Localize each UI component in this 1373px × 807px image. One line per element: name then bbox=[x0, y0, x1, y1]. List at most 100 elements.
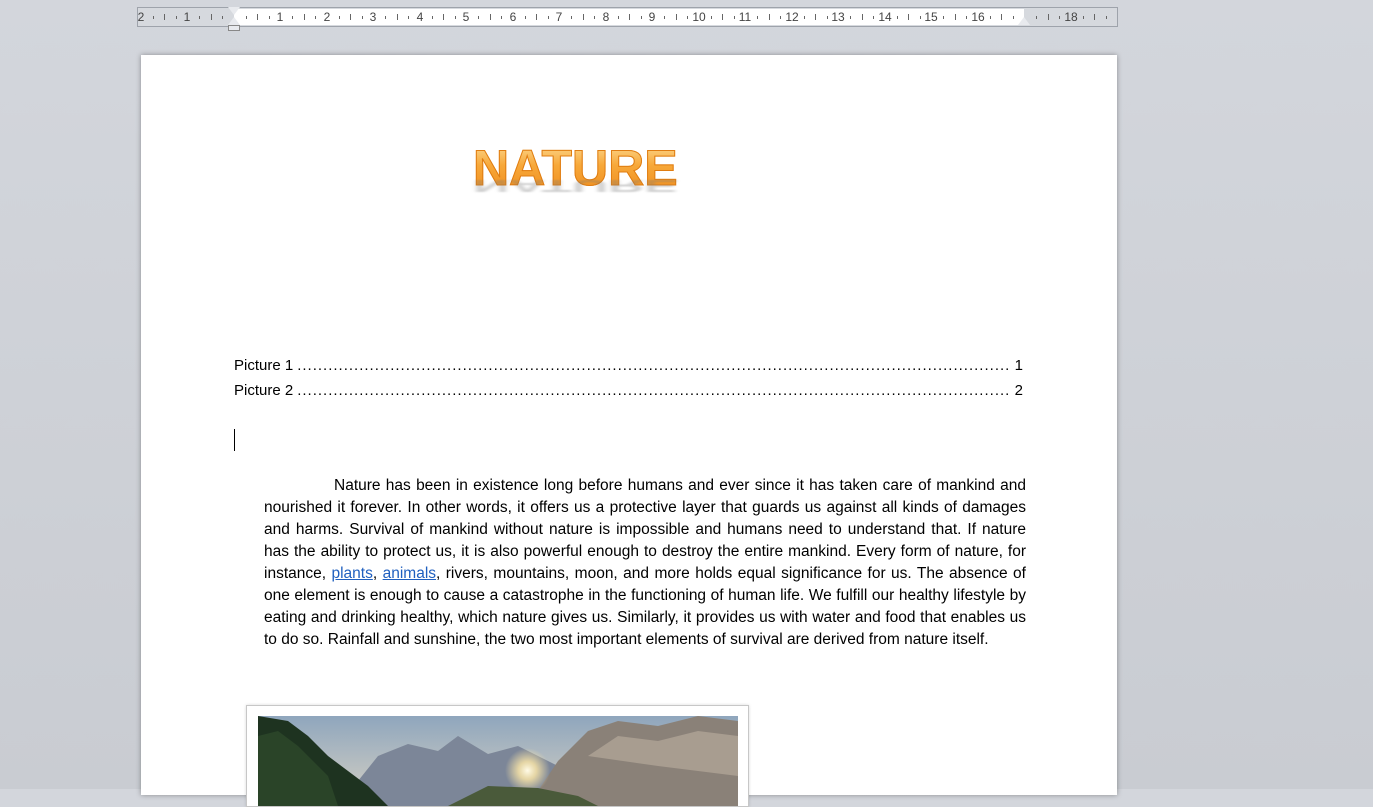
animals-link[interactable]: animals bbox=[383, 565, 436, 582]
body-paragraph[interactable]: Nature has been in existence long before… bbox=[264, 475, 1026, 651]
ruler-tick bbox=[919, 16, 921, 19]
ruler-tick bbox=[1105, 16, 1107, 19]
ruler-tick bbox=[1082, 16, 1084, 19]
ruler-tick bbox=[943, 16, 945, 19]
ruler-label: 9 bbox=[648, 10, 656, 24]
ruler-tick bbox=[675, 14, 677, 20]
ruler-tick bbox=[908, 14, 910, 20]
ruler-tick bbox=[268, 16, 270, 19]
ruler-tick bbox=[757, 16, 759, 19]
document-page[interactable]: NATURE NATURE Picture 1 ................… bbox=[141, 55, 1117, 807]
ruler-tick bbox=[722, 14, 724, 20]
ruler-tick bbox=[826, 16, 828, 19]
left-indent-marker[interactable] bbox=[228, 25, 240, 31]
ruler-tick bbox=[489, 14, 491, 20]
ruler-label: 7 bbox=[555, 10, 563, 24]
ruler-label: 14 bbox=[878, 10, 892, 24]
ruler-tick bbox=[664, 16, 666, 19]
ruler-tick bbox=[361, 16, 363, 19]
ruler-tick bbox=[315, 16, 317, 19]
ruler-tick bbox=[582, 14, 584, 20]
toc-leader-dots: ........................................… bbox=[297, 382, 1011, 399]
ruler-tick bbox=[640, 16, 642, 19]
first-line-indent-marker[interactable] bbox=[228, 7, 240, 15]
ruler-tick bbox=[954, 14, 956, 20]
ruler-tick bbox=[629, 14, 631, 20]
nature-photo[interactable] bbox=[258, 716, 738, 806]
ruler-tick bbox=[536, 14, 538, 20]
ruler-tick bbox=[850, 16, 852, 19]
toc-entry[interactable]: Picture 2 ..............................… bbox=[234, 382, 1023, 400]
ruler-tick bbox=[617, 16, 619, 19]
ruler-label: 11 bbox=[738, 10, 752, 24]
ruler-tick bbox=[1094, 14, 1096, 20]
ruler-tick bbox=[408, 16, 410, 19]
ruler-label: 13 bbox=[831, 10, 845, 24]
ruler-label: 2 bbox=[137, 10, 145, 24]
ruler-tick bbox=[396, 14, 398, 20]
ruler-label: 16 bbox=[971, 10, 985, 24]
text-cursor bbox=[234, 429, 235, 451]
ruler-tick bbox=[257, 14, 259, 20]
ruler-tick bbox=[175, 16, 177, 19]
ruler-tick bbox=[350, 14, 352, 20]
ruler-label: 3 bbox=[369, 10, 377, 24]
toc-entry-label: Picture 1 bbox=[234, 357, 294, 374]
ruler-label: 8 bbox=[602, 10, 610, 24]
ruler-tick bbox=[1012, 16, 1014, 19]
ruler-tick bbox=[780, 16, 782, 19]
ruler-tick bbox=[431, 16, 433, 19]
toc-entry-label: Picture 2 bbox=[234, 382, 294, 399]
toc-entry[interactable]: Picture 1 ..............................… bbox=[234, 357, 1023, 375]
ruler-label: 1 bbox=[183, 10, 191, 24]
ruler-tick bbox=[245, 16, 247, 19]
ruler-tick bbox=[338, 16, 340, 19]
ruler-tick bbox=[710, 16, 712, 19]
ruler-tick bbox=[303, 14, 305, 20]
ruler-tick bbox=[222, 16, 224, 19]
toc-entry-page: 1 bbox=[1014, 357, 1023, 374]
ruler-tick bbox=[443, 14, 445, 20]
ruler-tick bbox=[896, 16, 898, 19]
paragraph-separator: , bbox=[372, 565, 383, 582]
plants-link[interactable]: plants bbox=[331, 565, 372, 582]
ruler-label: 18 bbox=[1064, 10, 1078, 24]
ruler-tick bbox=[873, 16, 875, 19]
picture-frame[interactable] bbox=[246, 705, 749, 807]
ruler-tick bbox=[861, 14, 863, 20]
ruler-tick bbox=[152, 16, 154, 19]
ruler-tick bbox=[1036, 16, 1038, 19]
right-indent-marker[interactable] bbox=[1018, 17, 1030, 25]
title-reflection: NATURE bbox=[473, 176, 678, 196]
ruler-tick bbox=[385, 16, 387, 19]
ruler-tick bbox=[966, 16, 968, 19]
ruler-tick bbox=[1001, 14, 1003, 20]
ruler-tick bbox=[501, 16, 503, 19]
ruler-tick bbox=[547, 16, 549, 19]
ruler-tick bbox=[1047, 14, 1049, 20]
ruler-tick bbox=[815, 14, 817, 20]
ruler-tick bbox=[292, 16, 294, 19]
ruler-tick bbox=[1059, 16, 1061, 19]
horizontal-ruler[interactable]: 2 1 1 2 3 4 5 6 7 8 9 10 11 12 13 14 15 … bbox=[137, 7, 1118, 31]
ruler-label: 2 bbox=[323, 10, 331, 24]
ruler-tick bbox=[571, 16, 573, 19]
ruler-label: 10 bbox=[692, 10, 706, 24]
ruler-tick bbox=[164, 14, 166, 20]
ruler-tick bbox=[524, 16, 526, 19]
hanging-indent-marker[interactable] bbox=[228, 17, 240, 25]
ruler-label: 15 bbox=[924, 10, 938, 24]
ruler-tick bbox=[733, 16, 735, 19]
ruler-tick bbox=[768, 14, 770, 20]
ruler-tick bbox=[989, 16, 991, 19]
ruler-tick bbox=[199, 16, 201, 19]
toc-entry-page: 2 bbox=[1014, 382, 1023, 399]
toc-leader-dots: ........................................… bbox=[297, 357, 1011, 374]
ruler-label: 6 bbox=[509, 10, 517, 24]
ruler-tick bbox=[210, 14, 212, 20]
ruler-label: 12 bbox=[785, 10, 799, 24]
ruler-label: 4 bbox=[416, 10, 424, 24]
ruler-tick bbox=[478, 16, 480, 19]
ruler-tick bbox=[687, 16, 689, 19]
ruler-tick bbox=[454, 16, 456, 19]
